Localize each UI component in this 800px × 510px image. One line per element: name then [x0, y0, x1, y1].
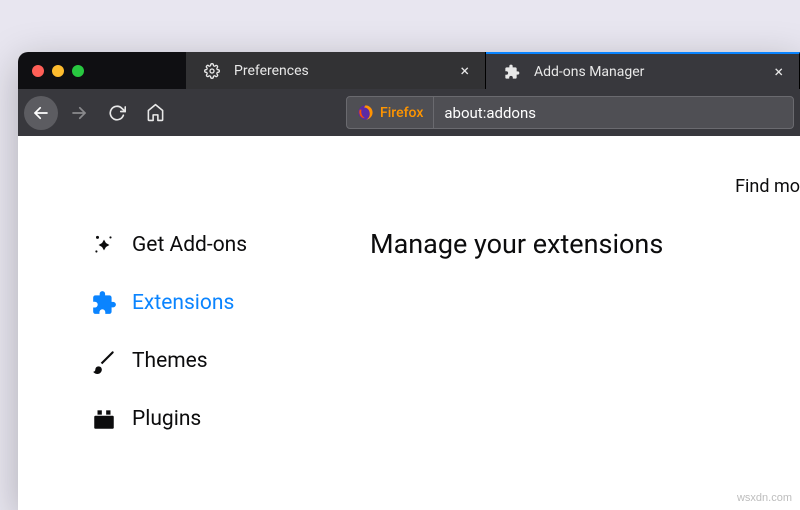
sidebar-item-themes[interactable]: Themes — [90, 332, 328, 390]
forward-button[interactable] — [62, 96, 96, 130]
sidebar-item-label: Themes — [132, 349, 208, 373]
sparkle-icon — [90, 232, 118, 258]
urlbar-brand-label: Firefox — [380, 105, 423, 121]
main-panel: Manage your extensions — [328, 136, 800, 510]
find-more-link[interactable]: Find mo — [735, 176, 800, 197]
url-bar[interactable]: Firefox about:addons — [346, 96, 794, 129]
watermark: wsxdn.com — [737, 492, 792, 504]
tab-label: Add-ons Manager — [534, 64, 644, 80]
nav-toolbar: Firefox about:addons — [18, 89, 800, 136]
home-button[interactable] — [138, 96, 172, 130]
zoom-window-button[interactable] — [72, 65, 84, 77]
sidebar-item-label: Plugins — [132, 407, 201, 431]
sidebar-item-plugins[interactable]: Plugins — [90, 390, 328, 448]
puzzle-icon — [498, 64, 526, 80]
tab-close-button[interactable]: × — [456, 59, 473, 82]
sidebar-item-extensions[interactable]: Extensions — [90, 274, 328, 332]
sidebar-item-label: Extensions — [132, 291, 234, 315]
brush-icon — [90, 348, 118, 374]
plugin-icon — [90, 406, 118, 432]
minimize-window-button[interactable] — [52, 65, 64, 77]
tab-preferences[interactable]: Preferences × — [186, 52, 486, 89]
titlebar: Preferences × Add-ons Manager × — [18, 52, 800, 89]
page-content: Find mo Get Add-ons Extensions Themes — [18, 136, 800, 510]
tab-close-button[interactable]: × — [770, 60, 787, 83]
category-sidebar: Get Add-ons Extensions Themes Plugins — [18, 136, 328, 510]
sidebar-item-get-addons[interactable]: Get Add-ons — [90, 216, 328, 274]
close-window-button[interactable] — [32, 65, 44, 77]
back-button[interactable] — [24, 96, 58, 130]
firefox-icon — [357, 104, 374, 121]
tab-addons-manager[interactable]: Add-ons Manager × — [486, 52, 800, 89]
reload-button[interactable] — [100, 96, 134, 130]
tab-label: Preferences — [234, 63, 309, 79]
urlbar-address: about:addons — [434, 104, 546, 122]
urlbar-identity[interactable]: Firefox — [347, 97, 434, 128]
gear-icon — [198, 63, 226, 79]
browser-window: Preferences × Add-ons Manager × — [18, 52, 800, 510]
window-controls — [18, 52, 186, 89]
page-heading: Manage your extensions — [370, 228, 800, 260]
puzzle-icon — [90, 290, 118, 316]
sidebar-item-label: Get Add-ons — [132, 233, 247, 257]
